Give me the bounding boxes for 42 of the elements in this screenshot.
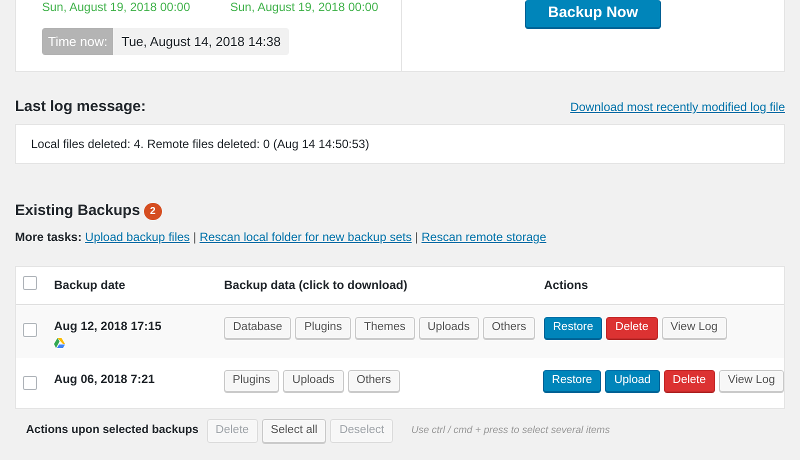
download-button[interactable]: Plugins xyxy=(295,317,351,339)
action-button[interactable]: Delete xyxy=(664,370,715,392)
checkbox[interactable] xyxy=(23,323,37,337)
column-header: Backup data (click to download) xyxy=(224,278,408,292)
task-link[interactable]: Upload backup files xyxy=(85,230,190,244)
task-link[interactable]: Rescan local folder for new backup sets xyxy=(200,230,412,244)
time-now-value: Tue, August 14, 2018 14:38 xyxy=(113,28,289,55)
action-button[interactable]: Restore xyxy=(542,370,602,392)
action-button[interactable]: Restore xyxy=(544,317,602,339)
download-button[interactable]: Uploads xyxy=(418,317,479,339)
log-message: Local files deleted: 4. Remote files deleted: 0 (Aug 14 14:50:53) xyxy=(15,124,785,164)
bulk-actions-label: Actions upon selected backups xyxy=(26,422,199,438)
download-button[interactable]: Others xyxy=(348,370,400,392)
next-run-time: Sun, August 19, 2018 00:00 xyxy=(42,0,190,14)
action-button[interactable]: View Log xyxy=(718,370,784,392)
download-button[interactable]: Uploads xyxy=(283,370,344,392)
more-tasks-label: More tasks: xyxy=(15,230,82,244)
bulk-action-button[interactable]: Select all xyxy=(262,418,326,442)
checkbox[interactable] xyxy=(23,276,37,290)
hint-text: Use ctrl / cmd + press to select several items xyxy=(411,424,610,438)
backup-date: Aug 06, 2018 7:21 xyxy=(54,371,155,388)
action-button[interactable]: View Log xyxy=(662,317,727,339)
checkbox[interactable] xyxy=(23,376,37,390)
next-run-time: Sun, August 19, 2018 00:00 xyxy=(230,0,378,14)
separator: | xyxy=(193,230,196,244)
backup-now-button[interactable]: Backup Now xyxy=(525,0,661,28)
column-header: Actions xyxy=(544,278,588,292)
action-button[interactable]: Upload xyxy=(605,370,660,392)
action-button[interactable]: Delete xyxy=(606,317,658,339)
download-button[interactable]: Plugins xyxy=(224,370,280,392)
download-button[interactable]: Database xyxy=(224,317,292,339)
backup-date: Aug 12, 2018 17:15 xyxy=(54,318,162,335)
download-log-link[interactable]: Download most recently modified log file xyxy=(570,98,785,116)
column-header: Backup date xyxy=(54,278,126,292)
count-badge: 2 xyxy=(144,202,162,220)
task-link[interactable]: Rescan remote storage xyxy=(422,230,546,244)
time-now-label: Time now: xyxy=(42,28,114,55)
download-button[interactable]: Others xyxy=(482,317,536,339)
separator: | xyxy=(415,230,418,244)
section-heading: Existing Backups xyxy=(15,202,140,220)
section-heading: Last log message: xyxy=(15,98,146,116)
download-button[interactable]: Themes xyxy=(354,317,414,339)
